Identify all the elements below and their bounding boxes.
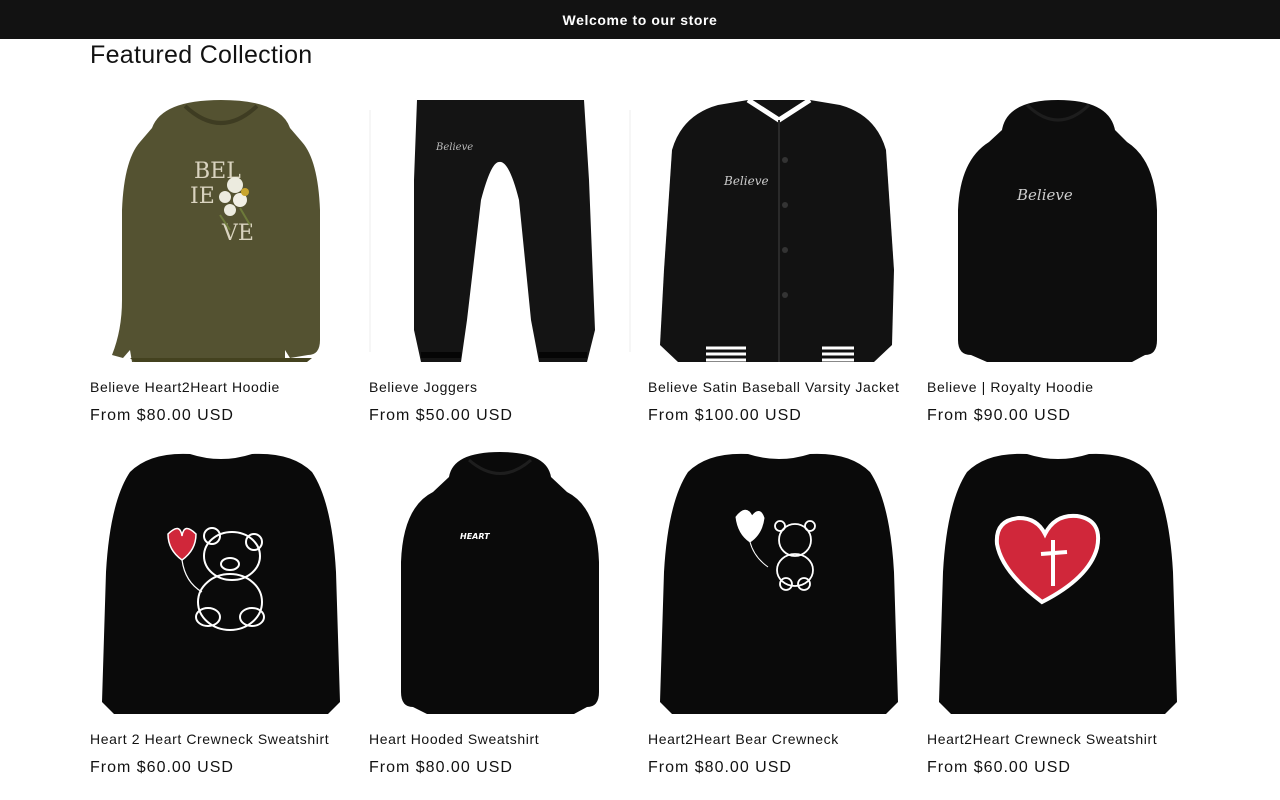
- svg-text:IE: IE: [190, 184, 215, 209]
- product-card[interactable]: Believe Believe | Royalty Hoodie From $9…: [927, 100, 1189, 426]
- product-title[interactable]: Believe Satin Baseball Varsity Jacket: [648, 378, 910, 396]
- crewneck-bear-balloon-image[interactable]: [90, 452, 352, 715]
- black-varsity-jacket-image[interactable]: Believe: [648, 100, 910, 363]
- product-card[interactable]: Heart2Heart Crewneck Sweatshirt From $60…: [927, 452, 1189, 778]
- olive-hoodie-flowers-image[interactable]: BEL IE VE: [90, 100, 352, 363]
- product-price: From $80.00 USD: [90, 407, 234, 424]
- product-price: From $60.00 USD: [927, 759, 1071, 776]
- product-card[interactable]: HEART Heart Hooded Sweatshirt From $80.0…: [369, 452, 631, 778]
- product-card[interactable]: Believe Believe Satin Baseball Varsity J…: [648, 100, 910, 426]
- product-title[interactable]: Heart2Heart Crewneck Sweatshirt: [927, 730, 1189, 748]
- product-card[interactable]: Heart2Heart Bear Crewneck From $80.00 US…: [648, 452, 910, 778]
- product-title[interactable]: Heart2Heart Bear Crewneck: [648, 730, 910, 748]
- featured-collection-section: Featured Collection BEL IE VE Believe He: [0, 39, 1280, 778]
- crewneck-small-bear-image[interactable]: [648, 452, 910, 715]
- product-card[interactable]: Heart 2 Heart Crewneck Sweatshirt From $…: [90, 452, 352, 778]
- svg-text:Believe: Believe: [435, 142, 473, 153]
- product-price: From $80.00 USD: [369, 759, 513, 776]
- product-card[interactable]: BEL IE VE Believe Heart2Heart Hoodie Fro…: [90, 100, 352, 426]
- product-title[interactable]: Believe Heart2Heart Hoodie: [90, 378, 352, 396]
- product-price: From $50.00 USD: [369, 407, 513, 424]
- crewneck-red-heart-cross-image[interactable]: [927, 452, 1189, 715]
- product-title[interactable]: Heart 2 Heart Crewneck Sweatshirt: [90, 730, 352, 748]
- product-price: From $60.00 USD: [90, 759, 234, 776]
- product-price: From $100.00 USD: [648, 407, 802, 424]
- announcement-text: Welcome to our store: [562, 11, 718, 28]
- product-price: From $80.00 USD: [648, 759, 792, 776]
- product-card[interactable]: Believe Believe Joggers From $50.00 USD: [369, 100, 631, 426]
- product-title[interactable]: Believe Joggers: [369, 378, 631, 396]
- announcement-bar: Welcome to our store: [0, 0, 1280, 39]
- product-grid: BEL IE VE Believe Heart2Heart Hoodie Fro…: [90, 100, 1280, 778]
- black-hoodie-small-logo-image[interactable]: HEART: [369, 452, 631, 715]
- svg-text:Believe: Believe: [1016, 186, 1073, 204]
- black-hoodie-script-image[interactable]: Believe: [927, 100, 1189, 363]
- svg-text:HEART: HEART: [460, 532, 490, 541]
- product-title[interactable]: Heart Hooded Sweatshirt: [369, 730, 631, 748]
- product-title[interactable]: Believe | Royalty Hoodie: [927, 378, 1189, 396]
- black-joggers-image[interactable]: Believe: [369, 100, 631, 363]
- section-title: Featured Collection: [90, 41, 313, 69]
- product-price: From $90.00 USD: [927, 407, 1071, 424]
- svg-text:Believe: Believe: [723, 174, 769, 188]
